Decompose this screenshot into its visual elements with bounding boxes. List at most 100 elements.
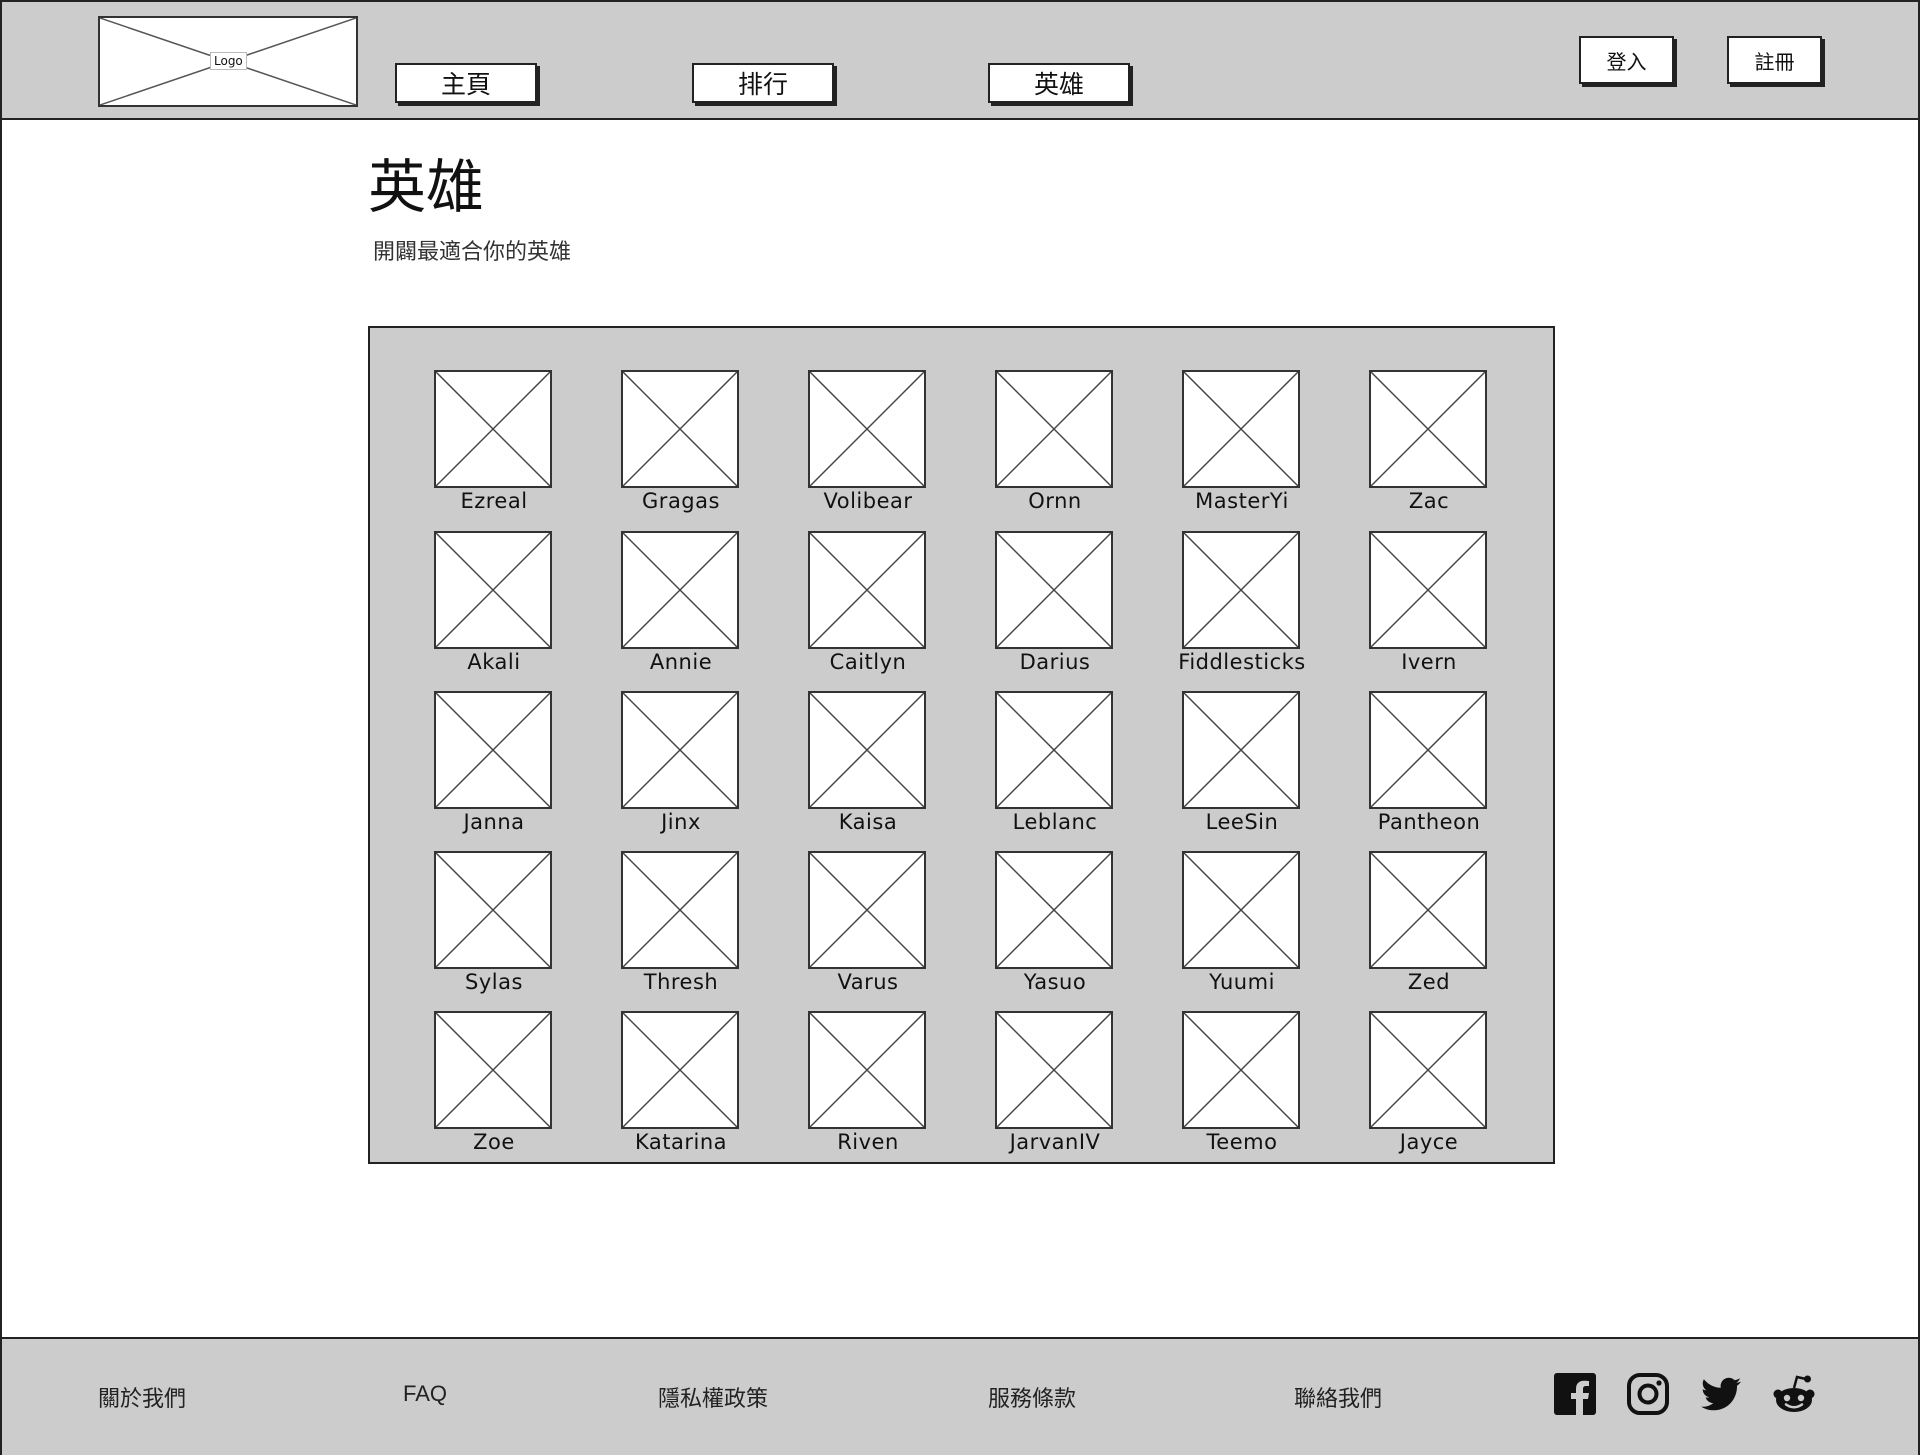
hero-image-placeholder (808, 531, 926, 649)
twitter-icon[interactable] (1699, 1372, 1743, 1416)
image-placeholder-icon (1184, 853, 1298, 967)
hero-card[interactable]: Pantheon (1305, 691, 1493, 841)
image-placeholder-icon (997, 372, 1111, 486)
register-button[interactable]: 註冊 (1727, 36, 1822, 84)
image-placeholder-icon (623, 372, 737, 486)
hero-card[interactable]: MasterYi (1118, 370, 1306, 520)
image-placeholder-icon (810, 853, 924, 967)
hero-card[interactable]: Annie (557, 531, 745, 681)
hero-image-placeholder (995, 370, 1113, 488)
footer-link-faq[interactable]: FAQ (403, 1381, 447, 1407)
hero-card[interactable]: Sylas (370, 851, 558, 1001)
hero-image-placeholder (1369, 531, 1487, 649)
hero-card[interactable]: Zac (1305, 370, 1493, 520)
image-placeholder-icon (436, 372, 550, 486)
image-placeholder-icon (436, 533, 550, 647)
hero-card[interactable]: Fiddlesticks (1118, 531, 1306, 681)
hero-image-placeholder (995, 691, 1113, 809)
hero-image-placeholder (808, 1011, 926, 1129)
hero-card[interactable]: Yasuo (931, 851, 1119, 1001)
reddit-icon[interactable] (1772, 1372, 1816, 1416)
hero-image-placeholder (995, 851, 1113, 969)
logo-label: Logo (210, 52, 247, 70)
image-placeholder-icon (436, 693, 550, 807)
hero-card[interactable]: Ornn (931, 370, 1119, 520)
hero-card[interactable]: Caitlyn (744, 531, 932, 681)
logo-placeholder[interactable]: Logo (98, 16, 358, 107)
hero-card[interactable]: Gragas (557, 370, 745, 520)
image-placeholder-icon (810, 1013, 924, 1127)
page-subtitle: 開闢最適合你的英雄 (373, 240, 572, 265)
image-placeholder-icon (1371, 693, 1485, 807)
hero-image-placeholder (1182, 851, 1300, 969)
image-placeholder-icon (997, 533, 1111, 647)
hero-image-placeholder (808, 370, 926, 488)
image-placeholder-icon (810, 372, 924, 486)
hero-card[interactable]: Katarina (557, 1011, 745, 1161)
image-placeholder-icon (623, 853, 737, 967)
footer-link-contact[interactable]: 聯絡我們 (1294, 1381, 1382, 1413)
hero-card[interactable]: Akali (370, 531, 558, 681)
site-header: Logo 主頁 排行 英雄 登入 註冊 (2, 2, 1918, 120)
hero-card[interactable]: Jinx (557, 691, 745, 841)
hero-image-placeholder (1369, 370, 1487, 488)
instagram-icon[interactable] (1626, 1372, 1670, 1416)
hero-card[interactable]: Volibear (744, 370, 932, 520)
image-placeholder-icon (810, 533, 924, 647)
image-placeholder-icon (1371, 372, 1485, 486)
image-placeholder-icon (997, 853, 1111, 967)
nav-home-button[interactable]: 主頁 (395, 63, 537, 103)
hero-card[interactable]: Varus (744, 851, 932, 1001)
image-placeholder-icon (1184, 533, 1298, 647)
hero-card[interactable]: Kaisa (744, 691, 932, 841)
hero-card[interactable]: Zed (1305, 851, 1493, 1001)
image-placeholder-icon (436, 1013, 550, 1127)
nav-ranking-button[interactable]: 排行 (692, 63, 834, 103)
hero-image-placeholder (1369, 691, 1487, 809)
hero-grid-panel: Ezreal Gragas Volibear Ornn MasterYi Zac Akali… (368, 326, 1555, 1164)
image-placeholder-icon (1371, 1013, 1485, 1127)
hero-image-placeholder (621, 691, 739, 809)
facebook-icon[interactable] (1553, 1372, 1597, 1416)
hero-card[interactable]: Zoe (370, 1011, 558, 1161)
image-placeholder-icon (1371, 853, 1485, 967)
hero-name: Zed (1407, 970, 1451, 994)
page-frame: Logo 主頁 排行 英雄 登入 註冊 英雄 開闢最適合你的英雄 Ezreal G… (0, 0, 1920, 1455)
hero-image-placeholder (621, 1011, 739, 1129)
image-placeholder-icon (1184, 693, 1298, 807)
hero-image-placeholder (995, 1011, 1113, 1129)
hero-card[interactable]: Riven (744, 1011, 932, 1161)
hero-image-placeholder (1182, 531, 1300, 649)
hero-image-placeholder (1182, 1011, 1300, 1129)
hero-image-placeholder (434, 851, 552, 969)
hero-card[interactable]: Leblanc (931, 691, 1119, 841)
image-placeholder-icon (1184, 1013, 1298, 1127)
login-button[interactable]: 登入 (1579, 36, 1674, 84)
hero-image-placeholder (434, 531, 552, 649)
hero-image-placeholder (621, 851, 739, 969)
footer-link-terms[interactable]: 服務條款 (988, 1381, 1076, 1413)
hero-card[interactable]: Thresh (557, 851, 745, 1001)
hero-card[interactable]: JarvanIV (931, 1011, 1119, 1161)
nav-heroes-button[interactable]: 英雄 (988, 63, 1130, 103)
hero-card[interactable]: Yuumi (1118, 851, 1306, 1001)
hero-image-placeholder (1182, 370, 1300, 488)
image-placeholder-icon (810, 693, 924, 807)
image-placeholder-icon (1371, 533, 1485, 647)
footer-link-about[interactable]: 關於我們 (98, 1381, 186, 1413)
hero-image-placeholder (1182, 691, 1300, 809)
hero-card[interactable]: Janna (370, 691, 558, 841)
hero-card[interactable]: LeeSin (1118, 691, 1306, 841)
hero-card[interactable]: Darius (931, 531, 1119, 681)
image-placeholder-icon (997, 693, 1111, 807)
hero-card[interactable]: Ezreal (370, 370, 558, 520)
hero-card[interactable]: Teemo (1118, 1011, 1306, 1161)
hero-name: Ivern (1401, 650, 1457, 674)
hero-card[interactable]: Jayce (1305, 1011, 1493, 1161)
image-placeholder-icon (997, 1013, 1111, 1127)
hero-image-placeholder (995, 531, 1113, 649)
hero-image-placeholder (808, 691, 926, 809)
hero-card[interactable]: Ivern (1305, 531, 1493, 681)
page-title: 英雄 (368, 153, 485, 221)
footer-link-privacy[interactable]: 隱私權政策 (658, 1381, 768, 1413)
